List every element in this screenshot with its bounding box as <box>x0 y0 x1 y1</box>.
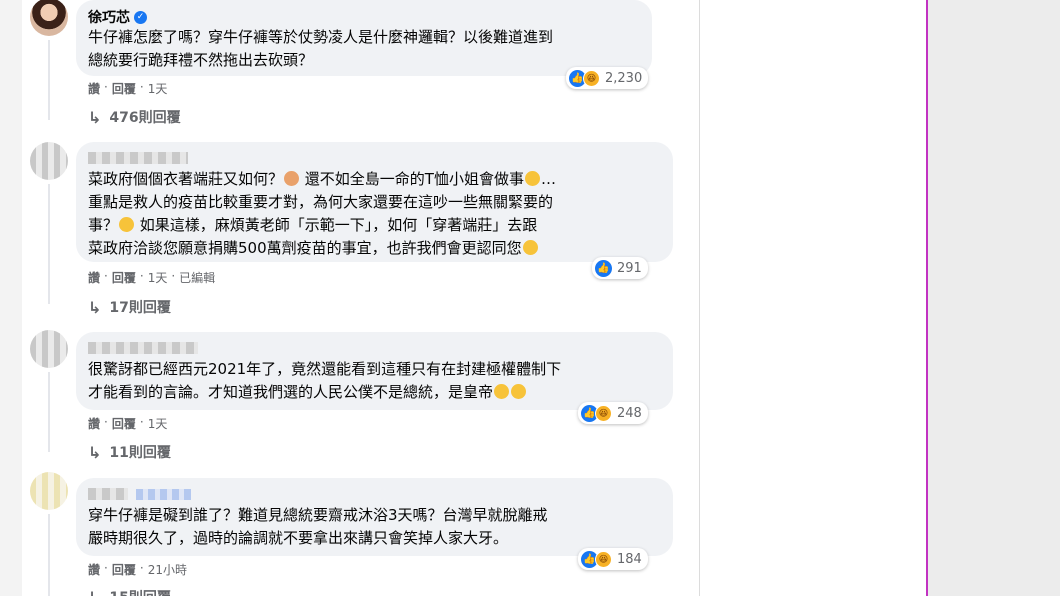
timestamp[interactable]: 1天 <box>148 80 168 97</box>
separator: · <box>139 80 144 94</box>
blurred-name <box>136 488 191 500</box>
timestamp[interactable]: 1天 <box>148 269 168 286</box>
comment-text: 菜政府個個衣著端莊又如何？ 還不如全島一命的T恤小姐會做事… 重點是救人的疫苗比… <box>88 168 659 260</box>
like-icon: 👍 <box>595 259 612 277</box>
comment-actions: 讚 · 回覆 · 1天 <box>88 80 167 97</box>
comment-actions: 讚 · 回覆 · 21小時 <box>88 561 187 578</box>
like-button[interactable]: 讚 <box>88 561 100 578</box>
separator: · <box>104 269 108 283</box>
comment-actions: 讚 · 回覆 · 1天 <box>88 415 167 432</box>
reaction-count: 291 <box>617 260 642 276</box>
text-part: 如果這樣，麻煩黃老師「示範一下」，如何「穿著端莊」去跟 菜政府洽談您願意捐購50… <box>88 216 538 257</box>
reaction-summary[interactable]: 👍 😆 2,230 <box>566 67 649 89</box>
view-replies-link[interactable]: ↳ 17則回覆 <box>88 297 171 317</box>
right-panel <box>926 0 1060 596</box>
reaction-summary[interactable]: 👍 😆 184 <box>578 548 648 570</box>
comment-bubble: 徐巧芯 ✓ 牛仔褲怎麼了嗎？穿牛仔褲等於仗勢凌人是什麼神邏輯？以後難道進到 總統… <box>76 0 652 76</box>
text-part: 菜政府個個衣著端莊又如何？ <box>88 170 284 188</box>
left-margin <box>0 0 22 596</box>
avatar[interactable] <box>30 0 68 36</box>
blurred-name <box>88 342 198 354</box>
text-part: 還不如全島一命的T恤小姐會做事 <box>304 170 524 188</box>
author-name[interactable]: 徐巧芯 ✓ <box>88 8 147 26</box>
comment-bubble: 穿牛仔褲是礙到誰了？難道見總統要齋戒沐浴3天嗎？台灣早就脫離戒 嚴時期很久了，過… <box>76 478 673 556</box>
reaction-count: 2,230 <box>605 70 643 86</box>
feed-divider <box>699 0 700 596</box>
reply-button[interactable]: 回覆 <box>112 561 136 578</box>
haha-icon: 😆 <box>583 69 600 87</box>
flushed-emoji-icon <box>511 384 527 399</box>
comment-bubble: 很驚訝都已經西元2021年了，竟然還能看到這種只有在封建極權體制下 才能看到的言… <box>76 332 673 410</box>
blurred-name <box>88 152 188 164</box>
reaction-count: 248 <box>617 405 642 421</box>
reaction-summary[interactable]: 👍 😆 248 <box>578 402 648 424</box>
separator: · <box>104 415 108 429</box>
flushed-emoji-icon <box>494 384 510 399</box>
replies-count[interactable]: 476則回覆 <box>109 107 180 127</box>
reply-button[interactable]: 回覆 <box>112 269 136 286</box>
separator: · <box>139 269 144 283</box>
reply-arrow-icon: ↳ <box>88 442 102 462</box>
separator: · <box>104 561 108 575</box>
comment-text: 牛仔褲怎麼了嗎？穿牛仔褲等於仗勢凌人是什麼神邏輯？以後難道進到 總統要行跪拜禮不… <box>88 28 554 69</box>
verified-badge-icon: ✓ <box>134 10 147 24</box>
edited-label: 已編輯 <box>179 271 216 285</box>
comment-bubble: 菜政府個個衣著端莊又如何？ 還不如全島一命的T恤小姐會做事… 重點是救人的疫苗比… <box>76 142 673 262</box>
pensive-emoji-icon <box>522 240 538 255</box>
comment-text: 穿牛仔褲是礙到誰了？難道見總統要齋戒沐浴3天嗎？台灣早就脫離戒 嚴時期很久了，過… <box>88 506 548 547</box>
avatar[interactable] <box>30 142 68 180</box>
like-button[interactable]: 讚 <box>88 80 100 97</box>
reply-button[interactable]: 回覆 <box>112 415 136 432</box>
view-replies-link[interactable]: ↳ 11則回覆 <box>88 442 171 462</box>
author-name-text[interactable]: 徐巧芯 <box>88 7 130 27</box>
view-replies-link[interactable]: ↳ 476則回覆 <box>88 107 181 127</box>
replies-count[interactable]: 17則回覆 <box>109 297 170 317</box>
pensive-emoji-icon <box>119 217 135 232</box>
haha-icon: 😆 <box>595 404 612 422</box>
author-name[interactable] <box>88 485 191 503</box>
thread-line <box>48 184 50 304</box>
comment-text: 很驚訝都已經西元2021年了，竟然還能看到這種只有在封建極權體制下 才能看到的言… <box>88 358 659 404</box>
separator: · <box>104 80 108 94</box>
text-part: 很驚訝都已經西元2021年了，竟然還能看到這種只有在封建極權體制下 才能看到的言… <box>88 360 562 401</box>
reaction-count: 184 <box>617 551 642 567</box>
reply-button[interactable]: 回覆 <box>112 80 136 97</box>
author-name[interactable] <box>88 149 188 167</box>
pensive-emoji-icon <box>524 171 540 186</box>
reply-arrow-icon: ↳ <box>88 588 101 596</box>
blurred-name <box>88 488 128 500</box>
avatar[interactable] <box>30 330 68 368</box>
thread-line <box>48 372 50 452</box>
person-emoji-icon <box>284 171 300 186</box>
reply-arrow-icon: ↳ <box>88 107 102 127</box>
separator: · <box>139 561 144 575</box>
reaction-summary[interactable]: 👍 291 <box>592 257 648 279</box>
separator: · <box>171 269 176 283</box>
reply-arrow-icon: ↳ <box>88 297 102 317</box>
comment-actions: 讚 · 回覆 · 1天 · 已編輯 <box>88 269 215 286</box>
like-button[interactable]: 讚 <box>88 415 100 432</box>
author-name[interactable] <box>88 339 198 357</box>
timestamp[interactable]: 21小時 <box>148 561 187 578</box>
thread-line <box>48 40 50 120</box>
replies-count[interactable]: 11則回覆 <box>109 442 170 462</box>
replies-count[interactable]: 15則回覆 <box>109 587 170 596</box>
view-replies-link[interactable]: ↳ 15則回覆 <box>88 587 171 596</box>
thread-line <box>48 514 50 596</box>
timestamp[interactable]: 1天 <box>148 415 168 432</box>
avatar[interactable] <box>30 472 68 510</box>
separator: · <box>139 415 144 429</box>
haha-icon: 😆 <box>595 550 612 568</box>
comment-feed: 徐巧芯 ✓ 牛仔褲怎麼了嗎？穿牛仔褲等於仗勢凌人是什麼神邏輯？以後難道進到 總統… <box>22 0 699 596</box>
like-button[interactable]: 讚 <box>88 269 100 286</box>
